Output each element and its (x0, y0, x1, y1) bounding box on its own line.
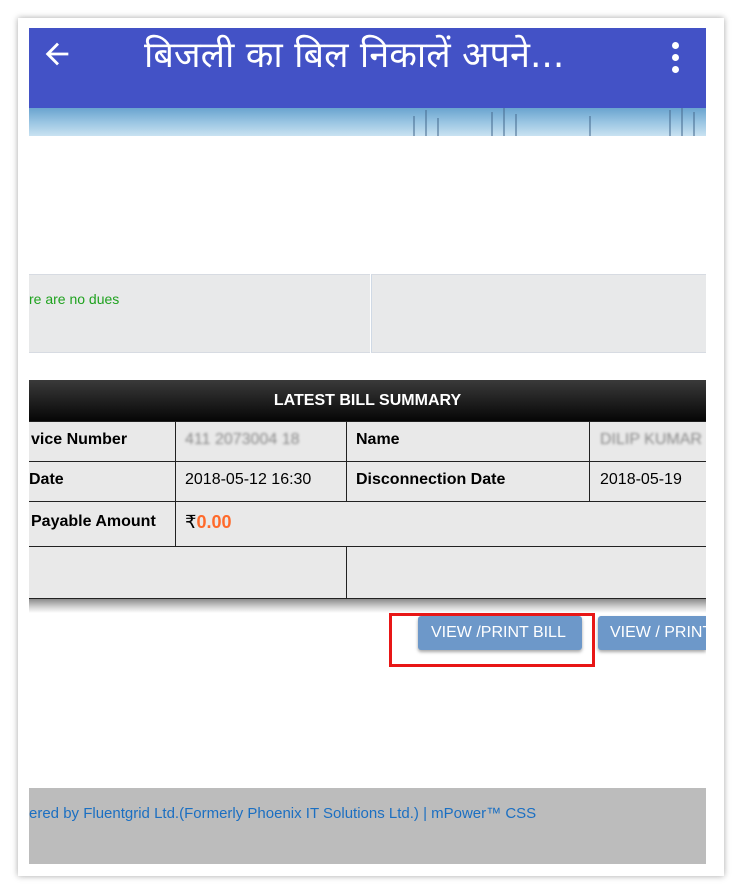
bill-summary-table: vice Number 411 2073004 18 Name DILIP KU… (29, 421, 706, 599)
bill-date-label: Date (29, 471, 64, 488)
footer: ered by Fluentgrid Ltd.(Formerly Phoenix… (29, 788, 706, 864)
payable-amount-value: ₹0.00 (185, 512, 232, 533)
view-print-button-2[interactable]: VIEW / PRINT (598, 616, 706, 650)
more-options-button[interactable] (664, 34, 688, 78)
name-value: DILIP KUMAR (600, 431, 702, 448)
payable-amount: 0.00 (196, 512, 232, 532)
arrow-left-icon (45, 42, 69, 66)
footer-credit-link[interactable]: ered by Fluentgrid Ltd.(Formerly Phoenix… (29, 805, 536, 822)
back-button[interactable] (37, 34, 77, 74)
dues-notice-cell: re are no dues (29, 274, 370, 353)
name-label: Name (356, 431, 400, 448)
disconnection-date-label: Disconnection Date (356, 471, 506, 488)
dues-notice-row: re are no dues (29, 274, 706, 353)
no-dues-message: re are no dues (29, 291, 120, 307)
app-bar: बिजली का बिल निकालें अपने... (29, 28, 706, 108)
header-banner-image (29, 108, 706, 136)
app-screen: बिजली का बिल निकालें अपने... re are no d… (29, 28, 706, 864)
disconnection-date-value: 2018-05-19 (600, 471, 682, 488)
payable-amount-label: Payable Amount (31, 513, 156, 530)
bill-date-value: 2018-05-12 16:30 (185, 471, 312, 488)
more-vert-icon (672, 42, 679, 49)
rupee-symbol: ₹ (185, 512, 197, 532)
bill-summary-header: LATEST BILL SUMMARY (29, 380, 706, 421)
view-print-bill-button[interactable]: VIEW /PRINT BILL (418, 616, 582, 650)
table-shadow (29, 599, 706, 613)
page-title: बिजली का बिल निकालें अपने... (144, 35, 565, 76)
service-number-value: 411 2073004 18 (185, 431, 300, 448)
notice-empty-cell (371, 274, 706, 353)
service-number-label: vice Number (31, 431, 128, 448)
